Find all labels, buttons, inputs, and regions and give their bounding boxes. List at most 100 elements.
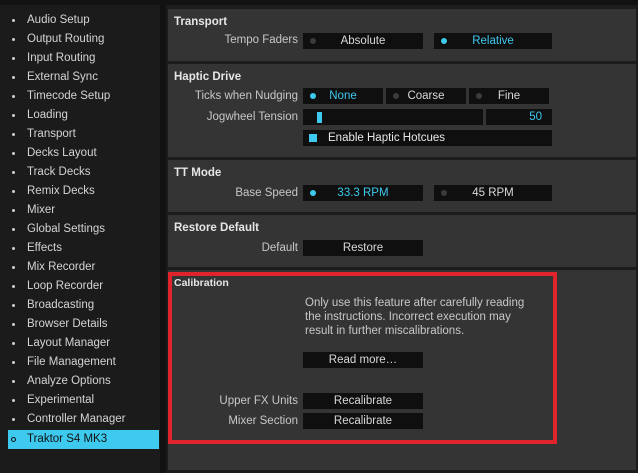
sidebar-item-label: Experimental bbox=[27, 394, 95, 406]
sidebar-item-experimental[interactable]: Experimental bbox=[8, 391, 159, 410]
bullet-icon bbox=[12, 114, 15, 117]
radio-label: Relative bbox=[472, 35, 514, 47]
bullet-icon bbox=[12, 285, 15, 288]
haptic-drive-section: Haptic Drive Ticks when Nudging None Coa… bbox=[168, 64, 636, 157]
bullet-icon bbox=[12, 76, 15, 79]
sidebar-item-decks-layout[interactable]: Decks Layout bbox=[8, 144, 159, 163]
restore-button[interactable]: Restore bbox=[303, 240, 423, 256]
section-title: TT Mode bbox=[174, 167, 222, 179]
sidebar-item-label: Transport bbox=[27, 128, 76, 140]
bullet-icon bbox=[12, 209, 15, 212]
base-speed-45-radio[interactable]: 45 RPM bbox=[434, 185, 552, 201]
sidebar-item-timecode-setup[interactable]: Timecode Setup bbox=[8, 87, 159, 106]
radio-dot-icon bbox=[476, 93, 482, 99]
sidebar-item-output-routing[interactable]: Output Routing bbox=[8, 30, 159, 49]
radio-dot-icon bbox=[310, 38, 316, 44]
bullet-icon bbox=[11, 437, 16, 442]
sidebar-item-label: Audio Setup bbox=[27, 14, 90, 26]
ticks-when-nudging-label: Ticks when Nudging bbox=[194, 90, 298, 102]
radio-dot-icon bbox=[310, 190, 316, 196]
sidebar-item-file-management[interactable]: File Management bbox=[8, 353, 159, 372]
preferences-sidebar: Audio Setup Output Routing Input Routing… bbox=[0, 5, 160, 473]
highlight-box bbox=[168, 272, 557, 444]
radio-label: 33.3 RPM bbox=[337, 187, 389, 199]
sidebar-item-label: Analyze Options bbox=[27, 375, 111, 387]
bullet-icon bbox=[12, 171, 15, 174]
default-label: Default bbox=[261, 242, 298, 254]
sidebar-item-audio-setup[interactable]: Audio Setup bbox=[8, 11, 159, 30]
transport-section: Transport Tempo Faders Absolute Relative bbox=[168, 9, 636, 61]
base-speed-label: Base Speed bbox=[235, 187, 298, 199]
sidebar-item-loop-recorder[interactable]: Loop Recorder bbox=[8, 277, 159, 296]
sidebar-item-mixer[interactable]: Mixer bbox=[8, 201, 159, 220]
sidebar-item-track-decks[interactable]: Track Decks bbox=[8, 163, 159, 182]
sidebar-item-controller-manager[interactable]: Controller Manager bbox=[8, 410, 159, 429]
sidebar-item-label: Decks Layout bbox=[27, 147, 97, 159]
bullet-icon bbox=[12, 95, 15, 98]
bullet-icon bbox=[12, 380, 15, 383]
ticks-fine-radio[interactable]: Fine bbox=[469, 88, 549, 104]
radio-label: 45 RPM bbox=[472, 187, 514, 199]
bullet-icon bbox=[12, 266, 15, 269]
sidebar-item-label: File Management bbox=[27, 356, 116, 368]
sidebar-item-analyze-options[interactable]: Analyze Options bbox=[8, 372, 159, 391]
sidebar-item-remix-decks[interactable]: Remix Decks bbox=[8, 182, 159, 201]
tt-mode-section: TT Mode Base Speed 33.3 RPM 45 RPM bbox=[168, 160, 636, 212]
radio-dot-icon bbox=[393, 93, 399, 99]
sidebar-item-label: Loading bbox=[27, 109, 68, 121]
checkbox-label: Enable Haptic Hotcues bbox=[328, 132, 445, 144]
bullet-icon bbox=[12, 133, 15, 136]
sidebar-item-loading[interactable]: Loading bbox=[8, 106, 159, 125]
bullet-icon bbox=[12, 19, 15, 22]
bullet-icon bbox=[12, 57, 15, 60]
sidebar-item-label: Mix Recorder bbox=[27, 261, 96, 273]
sidebar-item-label: Browser Details bbox=[27, 318, 108, 330]
tempo-faders-absolute-radio[interactable]: Absolute bbox=[303, 33, 423, 49]
bullet-icon bbox=[12, 399, 15, 402]
sidebar-item-transport[interactable]: Transport bbox=[8, 125, 159, 144]
ticks-coarse-radio[interactable]: Coarse bbox=[386, 88, 466, 104]
slider-handle[interactable] bbox=[317, 112, 322, 123]
sidebar-item-label: Layout Manager bbox=[27, 337, 111, 349]
bullet-icon bbox=[12, 418, 15, 421]
sidebar-item-label: Remix Decks bbox=[27, 185, 95, 197]
sidebar-item-label: Output Routing bbox=[27, 33, 105, 45]
radio-dot-icon bbox=[441, 190, 447, 196]
jogwheel-tension-label: Jogwheel Tension bbox=[206, 111, 298, 123]
sidebar-item-label: Track Decks bbox=[27, 166, 91, 178]
sidebar-item-browser-details[interactable]: Browser Details bbox=[8, 315, 159, 334]
jogwheel-tension-value[interactable]: 50 bbox=[486, 109, 552, 125]
sidebar-item-label: Effects bbox=[27, 242, 62, 254]
sidebar-item-label: External Sync bbox=[27, 71, 98, 83]
radio-label: Absolute bbox=[340, 35, 386, 47]
bullet-icon bbox=[12, 323, 15, 326]
sidebar-item-input-routing[interactable]: Input Routing bbox=[8, 49, 159, 68]
base-speed-33-radio[interactable]: 33.3 RPM bbox=[303, 185, 423, 201]
bullet-icon bbox=[12, 361, 15, 364]
sidebar-item-broadcasting[interactable]: Broadcasting bbox=[8, 296, 159, 315]
sidebar-item-external-sync[interactable]: External Sync bbox=[8, 68, 159, 87]
section-title: Transport bbox=[174, 16, 228, 28]
bullet-icon bbox=[12, 228, 15, 231]
bullet-icon bbox=[12, 190, 15, 193]
sidebar-item-mix-recorder[interactable]: Mix Recorder bbox=[8, 258, 159, 277]
bullet-icon bbox=[12, 152, 15, 155]
sidebar-item-layout-manager[interactable]: Layout Manager bbox=[8, 334, 159, 353]
bullet-icon bbox=[12, 247, 15, 250]
sidebar-item-effects[interactable]: Effects bbox=[8, 239, 159, 258]
restore-default-section: Restore Default Default Restore bbox=[168, 215, 636, 267]
radio-label: Coarse bbox=[407, 90, 445, 102]
bullet-icon bbox=[12, 304, 15, 307]
radio-dot-icon bbox=[310, 93, 316, 99]
sidebar-item-traktor-s4-mk3[interactable]: Traktor S4 MK3 bbox=[8, 430, 159, 449]
ticks-none-radio[interactable]: None bbox=[303, 88, 383, 104]
jogwheel-tension-slider[interactable] bbox=[303, 109, 483, 125]
checkbox-checked-icon bbox=[309, 134, 317, 142]
bullet-icon bbox=[12, 38, 15, 41]
enable-haptic-hotcues-checkbox[interactable]: Enable Haptic Hotcues bbox=[303, 130, 552, 146]
radio-dot-icon bbox=[441, 38, 447, 44]
sidebar-item-label: Mixer bbox=[27, 204, 56, 216]
sidebar-item-global-settings[interactable]: Global Settings bbox=[8, 220, 159, 239]
tempo-faders-relative-radio[interactable]: Relative bbox=[434, 33, 552, 49]
sidebar-item-label: Controller Manager bbox=[27, 413, 126, 425]
